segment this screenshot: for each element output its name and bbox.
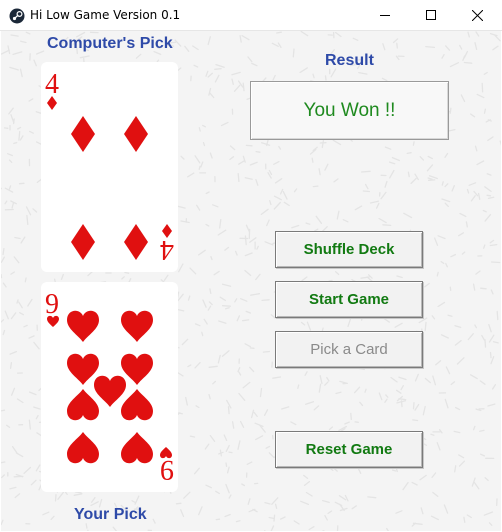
svg-text:4: 4 [45,69,59,100]
minimize-icon [380,15,390,16]
reset-game-button[interactable]: Reset Game [275,431,423,468]
four-of-diamonds-card: 4 4 [45,69,174,265]
svg-text:9: 9 [45,289,59,320]
result-label: Result [325,52,374,69]
start-game-button[interactable]: Start Game [275,281,423,318]
shuffle-deck-button[interactable]: Shuffle Deck [275,231,423,268]
steam-icon [9,8,25,24]
close-icon [471,9,483,21]
computer-pick-label: Computer's Pick [47,35,173,52]
nine-of-hearts-card: 9 9 [45,289,174,485]
svg-text:4: 4 [160,234,174,265]
your-pick-label: Your Pick [74,506,147,523]
minimize-button[interactable] [362,0,408,30]
game-window: Computer's Pick 4 4 9 9 Your Pick Result… [1,31,501,531]
player-card: 9 9 [41,282,178,492]
title-bar: Hi Low Game Version 0.1 [0,0,502,31]
result-display: You Won !! [250,81,449,140]
computer-card: 4 4 [41,62,178,272]
window-title: Hi Low Game Version 0.1 [30,8,181,22]
maximize-icon [426,10,436,20]
pick-card-button[interactable]: Pick a Card [275,331,423,368]
maximize-button[interactable] [408,0,454,30]
close-button[interactable] [454,0,500,30]
svg-text:9: 9 [160,454,174,485]
